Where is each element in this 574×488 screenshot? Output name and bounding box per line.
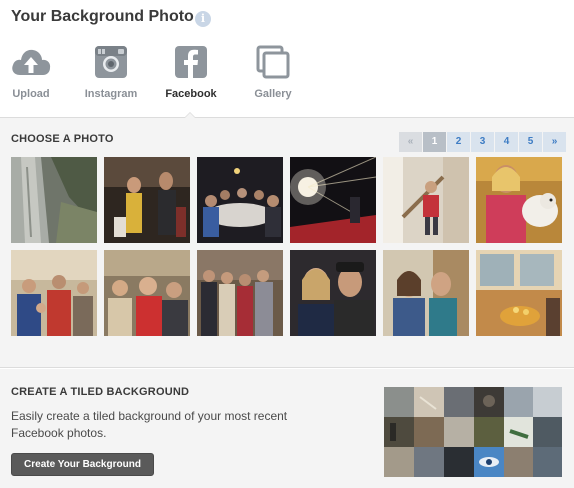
choose-photo-section: CHOOSE A PHOTO « 1 2 3 4 5 » xyxy=(0,118,574,368)
tab-gallery[interactable]: Gallery xyxy=(248,44,298,104)
photo-thumbnail[interactable] xyxy=(476,250,562,336)
tiled-background-section: CREATE A TILED BACKGROUND Easily create … xyxy=(0,369,574,488)
photo-thumbnail[interactable] xyxy=(104,157,190,243)
tab-instagram[interactable]: Instagram xyxy=(80,44,142,104)
page-title: Your Background Photo xyxy=(11,8,194,25)
photo-thumbnail[interactable] xyxy=(476,157,562,243)
photo-thumbnail[interactable] xyxy=(11,250,97,336)
first-page-button[interactable]: « xyxy=(399,132,422,152)
tab-label: Facebook xyxy=(165,88,217,100)
header: Your Background Photo i Upload Instagram xyxy=(0,0,574,118)
photo-thumbnail[interactable] xyxy=(197,157,283,243)
tiled-background-preview xyxy=(384,387,562,477)
pagination: « 1 2 3 4 5 » xyxy=(399,132,567,152)
photo-thumbnail[interactable] xyxy=(383,157,469,243)
facebook-icon xyxy=(170,44,212,80)
create-background-button[interactable]: Create Your Background xyxy=(11,453,154,476)
tab-label: Gallery xyxy=(254,88,292,100)
tab-label: Instagram xyxy=(84,88,138,100)
page-button-2[interactable]: 2 xyxy=(447,132,470,152)
photo-thumbnail[interactable] xyxy=(197,250,283,336)
photo-thumbnail[interactable] xyxy=(383,250,469,336)
last-page-button[interactable]: » xyxy=(543,132,566,152)
section-title: CHOOSE A PHOTO xyxy=(11,133,114,145)
photo-thumbnail[interactable] xyxy=(104,250,190,336)
section-title: CREATE A TILED BACKGROUND xyxy=(11,386,190,398)
photo-grid xyxy=(11,157,564,337)
page-button-4[interactable]: 4 xyxy=(495,132,518,152)
tab-upload[interactable]: Upload xyxy=(6,44,56,104)
gallery-icon xyxy=(252,44,294,80)
page-button-5[interactable]: 5 xyxy=(519,132,542,152)
tiled-description: Easily create a tiled background of your… xyxy=(11,409,288,440)
photo-thumbnail[interactable] xyxy=(11,157,97,243)
info-icon[interactable]: i xyxy=(195,11,211,27)
cloud-upload-icon xyxy=(10,44,52,80)
photo-thumbnail[interactable] xyxy=(290,157,376,243)
photo-thumbnail[interactable] xyxy=(290,250,376,336)
page-button-1[interactable]: 1 xyxy=(423,132,446,152)
instagram-icon xyxy=(90,44,132,80)
tab-facebook[interactable]: Facebook xyxy=(161,44,221,104)
page-button-3[interactable]: 3 xyxy=(471,132,494,152)
tab-label: Upload xyxy=(12,88,50,100)
